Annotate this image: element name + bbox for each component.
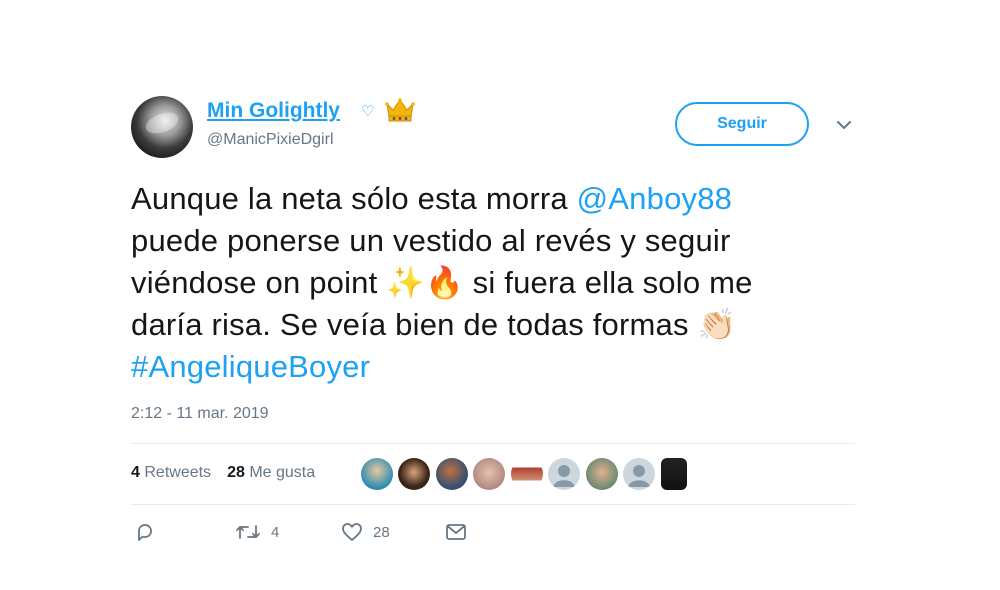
- heart-icon: ♡: [361, 103, 375, 120]
- tweet-line: puede ponerse un vestido al revés y segu…: [131, 223, 731, 258]
- tweet-text-segment: viéndose on point: [131, 265, 387, 300]
- follow-button[interactable]: Seguir: [675, 102, 809, 146]
- retweet-button[interactable]: 4: [235, 522, 279, 542]
- liker-avatar[interactable]: [586, 458, 618, 490]
- likes-count: 28: [227, 464, 245, 481]
- tweet-text-segment: si fuera ella solo me: [463, 265, 753, 300]
- default-avatar[interactable]: [548, 458, 580, 490]
- divider: [131, 504, 855, 505]
- tweet-text-segment: daría risa. Se veía bien de todas formas: [131, 307, 698, 342]
- heart-icon: [342, 523, 362, 541]
- liker-avatar[interactable]: [661, 458, 687, 490]
- tweet-line: Aunque la neta sólo esta morra @Anboy88: [131, 178, 871, 220]
- clapping-hands-emoji: 👏🏻: [697, 307, 737, 343]
- tweet-text-segment: Aunque la neta sólo esta morra: [131, 181, 577, 216]
- retweets-count: 4: [131, 464, 140, 481]
- retweet-icon: [236, 525, 260, 539]
- likes-label: Me gusta: [249, 464, 316, 481]
- retweet-count: 4: [271, 523, 280, 541]
- envelope-icon: [446, 524, 466, 540]
- hashtag-link[interactable]: #AngeliqueBoyer: [131, 346, 871, 388]
- person-icon: [628, 465, 650, 487]
- mention-link[interactable]: @Anboy88: [577, 181, 732, 216]
- avatar[interactable]: [131, 96, 193, 158]
- retweets-stat[interactable]: 4 Retweets: [131, 464, 211, 481]
- sparkles-emoji: ✨: [386, 265, 426, 301]
- tweet-actions: 4 28: [131, 522, 491, 542]
- likes-stat[interactable]: 28 Me gusta: [227, 464, 315, 481]
- default-avatar[interactable]: [623, 458, 655, 490]
- fire-emoji: 🔥: [425, 265, 464, 301]
- crown-icon: [385, 98, 415, 122]
- liker-avatar[interactable]: [398, 458, 430, 490]
- divider: [131, 443, 855, 444]
- engagement-stats: 4 Retweets 28 Me gusta: [131, 464, 315, 482]
- reply-button[interactable]: [135, 522, 155, 542]
- user-handle[interactable]: @ManicPixieDgirl: [207, 131, 334, 149]
- timestamp[interactable]: 2:12 - 11 mar. 2019: [131, 405, 269, 423]
- person-icon: [553, 465, 575, 487]
- tweet-line: daría risa. Se veía bien de todas formas…: [131, 304, 871, 346]
- like-button[interactable]: 28: [341, 522, 390, 542]
- display-name[interactable]: Min Golightly: [207, 99, 340, 123]
- reply-icon: [138, 524, 152, 541]
- liker-avatar[interactable]: [511, 458, 543, 490]
- retweets-label: Retweets: [144, 464, 212, 481]
- tweet-line: viéndose on point ✨🔥 si fuera ella solo …: [131, 262, 871, 304]
- liker-avatar[interactable]: [473, 458, 505, 490]
- chevron-down-icon[interactable]: [834, 118, 854, 132]
- direct-message-button[interactable]: [445, 522, 467, 542]
- tweet-text: Aunque la neta sólo esta morra @Anboy88 …: [131, 178, 871, 388]
- liker-avatar[interactable]: [361, 458, 393, 490]
- like-count: 28: [373, 523, 390, 541]
- liker-avatar[interactable]: [436, 458, 468, 490]
